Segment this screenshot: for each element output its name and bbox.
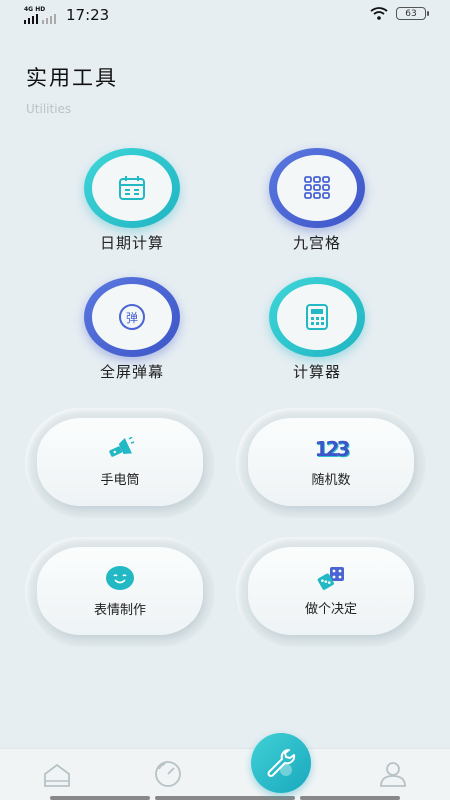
tool-date-calculation[interactable]: 日期计算	[62, 148, 202, 253]
signal-strength-secondary-icon	[42, 14, 56, 24]
wifi-icon	[370, 7, 388, 20]
card-label: 随机数	[311, 472, 351, 488]
home-indicator-left	[50, 796, 150, 800]
nine-grid-button[interactable]	[269, 148, 365, 228]
tool-label: 全屏弹幕	[99, 363, 164, 381]
tool-label: 九宫格	[292, 234, 341, 252]
tool-fullscreen-danmaku[interactable]: 弹 全屏弹幕	[62, 277, 202, 382]
grid-icon	[304, 176, 330, 199]
emoji-maker-card[interactable]: 表情制作	[37, 547, 203, 635]
card-label: 表情制作	[93, 602, 146, 618]
card-label: 手电筒	[100, 472, 140, 488]
smiley-icon	[106, 565, 134, 590]
fullscreen-danmaku-button[interactable]: 弹	[84, 277, 180, 357]
bullet-comment-icon: 弹	[119, 304, 145, 330]
tool-nine-grid[interactable]: 九宫格	[247, 148, 387, 253]
battery-icon: 63	[396, 7, 429, 20]
calculator-button[interactable]	[269, 277, 365, 357]
bottom-tab-bar	[0, 748, 450, 800]
page-subtitle: Utilities	[26, 102, 72, 116]
card-emoji-wrap: 表情制作	[25, 537, 215, 647]
card-label: 做个决定	[304, 601, 357, 617]
random-number-card[interactable]: 123 随机数	[248, 418, 414, 506]
make-decision-card[interactable]: 做个决定	[248, 547, 414, 635]
gauge-icon[interactable]	[152, 760, 184, 788]
page-title: 实用工具	[26, 66, 118, 90]
profile-icon[interactable]	[378, 760, 408, 788]
tool-calculator[interactable]: 计算器	[247, 277, 387, 382]
home-indicator-right	[300, 796, 400, 800]
tool-label: 计算器	[292, 363, 341, 381]
date-calculation-button[interactable]	[84, 148, 180, 228]
status-time: 17:23	[66, 6, 110, 24]
card-random-number-wrap: 123 随机数	[236, 408, 426, 518]
random-number-icon: 123	[314, 436, 351, 461]
network-label: 4G HD	[24, 6, 46, 13]
status-bar: 4G HD 17:23 63	[0, 0, 450, 30]
home-icon[interactable]	[42, 762, 72, 788]
flashlight-icon	[109, 436, 135, 457]
calculator-icon	[306, 304, 328, 330]
card-flashlight-wrap: 手电筒	[25, 408, 215, 518]
flashlight-card[interactable]: 手电筒	[37, 418, 203, 506]
signal-strength-icon	[24, 14, 38, 24]
tools-icon	[267, 749, 296, 777]
tools-tab-button[interactable]	[251, 733, 311, 793]
calendar-icon	[119, 176, 145, 200]
tool-label: 日期计算	[99, 234, 164, 252]
home-indicator-center	[155, 796, 295, 800]
card-decision-wrap: 做个决定	[236, 537, 426, 647]
dice-icon	[317, 566, 344, 590]
